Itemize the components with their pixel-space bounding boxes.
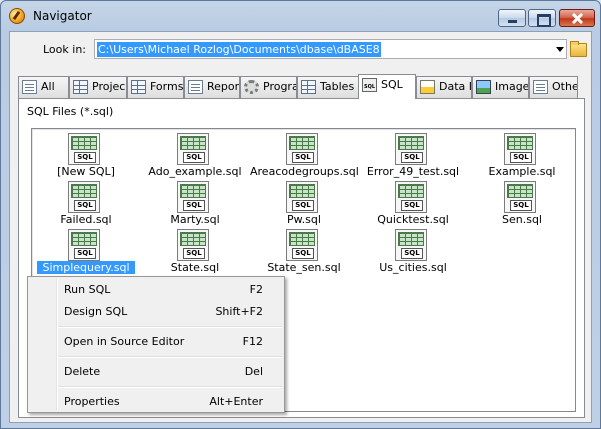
menu-item-delete[interactable]: Delete Del <box>30 361 282 383</box>
reports-icon <box>188 80 203 94</box>
tab-sql[interactable]: SQL <box>358 74 416 99</box>
tab-images[interactable]: Images <box>472 76 529 98</box>
menu-item-shortcut: Del <box>244 365 263 378</box>
sql-icon <box>362 78 377 92</box>
close-button[interactable] <box>559 9 595 27</box>
file-name: Example.sql <box>488 165 556 178</box>
all-icon <box>22 80 37 94</box>
file-filter-label: SQL Files (*.sql) <box>27 105 114 118</box>
sql-file-icon: SQL <box>395 229 427 261</box>
file-item[interactable]: SQL State.sql <box>141 227 249 275</box>
file-name: Simplequery.sql <box>32 261 140 274</box>
file-item[interactable]: SQL Simplequery.sql <box>32 227 140 275</box>
menu-item-shortcut: F2 <box>249 283 263 296</box>
file-item[interactable]: SQL Sen.sql <box>468 179 576 227</box>
browse-folder-button[interactable] <box>568 39 588 59</box>
file-name: Failed.sql <box>60 213 112 226</box>
file-item[interactable]: SQL Us_cities.sql <box>359 227 467 275</box>
tables-icon <box>301 80 316 94</box>
file-name: [New SQL] <box>57 165 115 178</box>
other-icon <box>533 80 548 94</box>
file-name: Sen.sql <box>502 213 542 226</box>
dbase-app-icon <box>9 8 25 24</box>
tab-projects[interactable]: Projec <box>69 76 127 98</box>
menu-item-open-source-editor[interactable]: Open in Source Editor F12 <box>30 331 282 353</box>
menu-item-label: Design SQL <box>64 305 128 318</box>
project-icon <box>73 80 88 94</box>
programs-icon <box>244 80 259 94</box>
sql-file-icon: SQL <box>68 229 100 261</box>
file-item[interactable]: SQL State_sen.sql <box>250 227 358 275</box>
minimize-button[interactable] <box>498 9 526 27</box>
file-name: State_sen.sql <box>267 261 341 274</box>
file-name: State.sql <box>170 261 220 274</box>
file-name: Ado_example.sql <box>148 165 242 178</box>
sql-file-icon: SQL <box>395 181 427 213</box>
window-title: Navigator <box>33 9 92 23</box>
menu-item-label: Open in Source Editor <box>64 335 185 348</box>
tab-tables[interactable]: Tables <box>297 76 359 98</box>
file-name: Error_49_test.sql <box>366 165 460 178</box>
tab-data-modules[interactable]: Data M <box>416 76 472 98</box>
title-bar[interactable]: Navigator <box>1 1 600 31</box>
sql-file-icon: SQL <box>177 181 209 213</box>
look-in-combobox[interactable]: C:\Users\Michael Rozlog\Documents\dbase\… <box>94 39 567 59</box>
file-name: Areacodegroups.sql <box>250 165 359 178</box>
file-item[interactable]: SQL Example.sql <box>468 131 576 179</box>
navigator-tabs: All Projec Forms Report Progra Tables SQ… <box>18 74 578 99</box>
sql-file-icon: SQL <box>504 133 536 165</box>
chevron-down-icon[interactable] <box>556 47 564 52</box>
file-item[interactable]: SQL Error_49_test.sql <box>359 131 467 179</box>
sql-file-icon: SQL <box>286 229 318 261</box>
sql-file-icon: SQL <box>504 181 536 213</box>
sql-file-icon: SQL <box>286 181 318 213</box>
look-in-path[interactable]: C:\Users\Michael Rozlog\Documents\dbase\… <box>97 42 381 57</box>
menu-item-shortcut: Alt+Enter <box>209 395 263 408</box>
file-item[interactable]: SQL Marty.sql <box>141 179 249 227</box>
file-item[interactable]: SQL [New SQL] <box>32 131 140 179</box>
file-item[interactable]: SQL Pw.sql <box>250 179 358 227</box>
menu-separator <box>58 386 282 388</box>
maximize-button[interactable] <box>528 9 556 27</box>
file-name: Us_cities.sql <box>379 261 447 274</box>
menu-item-label: Run SQL <box>64 283 111 296</box>
menu-separator <box>58 326 282 328</box>
file-item[interactable]: SQL Failed.sql <box>32 179 140 227</box>
menu-item-run-sql[interactable]: Run SQL F2 <box>30 279 282 301</box>
datamodule-icon <box>420 80 435 94</box>
tab-all[interactable]: All <box>18 76 69 98</box>
file-item[interactable]: SQL Ado_example.sql <box>141 131 249 179</box>
sql-file-icon: SQL <box>68 181 100 213</box>
sql-file-icon: SQL <box>286 133 318 165</box>
menu-item-label: Delete <box>64 365 101 378</box>
images-icon <box>476 80 491 94</box>
forms-icon <box>131 80 146 94</box>
sql-file-icon: SQL <box>395 133 427 165</box>
file-name: Pw.sql <box>287 213 321 226</box>
menu-item-shortcut: F12 <box>242 335 263 348</box>
file-name: Quicktest.sql <box>377 213 449 226</box>
menu-item-label: Properties <box>64 395 120 408</box>
context-menu: Run SQL F2 Design SQL Shift+F2 Open in Sourc… <box>27 276 285 413</box>
file-item[interactable]: SQL Areacodegroups.sql <box>250 131 359 179</box>
menu-item-properties[interactable]: Properties Alt+Enter <box>30 391 282 413</box>
tab-programs[interactable]: Progra <box>240 76 297 98</box>
menu-item-shortcut: Shift+F2 <box>215 305 263 318</box>
tab-forms[interactable]: Forms <box>127 76 184 98</box>
sql-file-icon: SQL <box>177 229 209 261</box>
file-name: Marty.sql <box>170 213 220 226</box>
navigator-window: Navigator Look in: C:\Users\Michael Rozl… <box>0 0 601 429</box>
sql-file-icon: SQL <box>68 133 100 165</box>
tab-other[interactable]: Other <box>529 76 578 98</box>
menu-item-design-sql[interactable]: Design SQL Shift+F2 <box>30 301 282 323</box>
sql-file-icon: SQL <box>177 133 209 165</box>
tab-reports[interactable]: Report <box>184 76 240 98</box>
look-in-label: Look in: <box>43 43 86 56</box>
menu-separator <box>58 356 282 358</box>
file-item[interactable]: SQL Quicktest.sql <box>359 179 467 227</box>
